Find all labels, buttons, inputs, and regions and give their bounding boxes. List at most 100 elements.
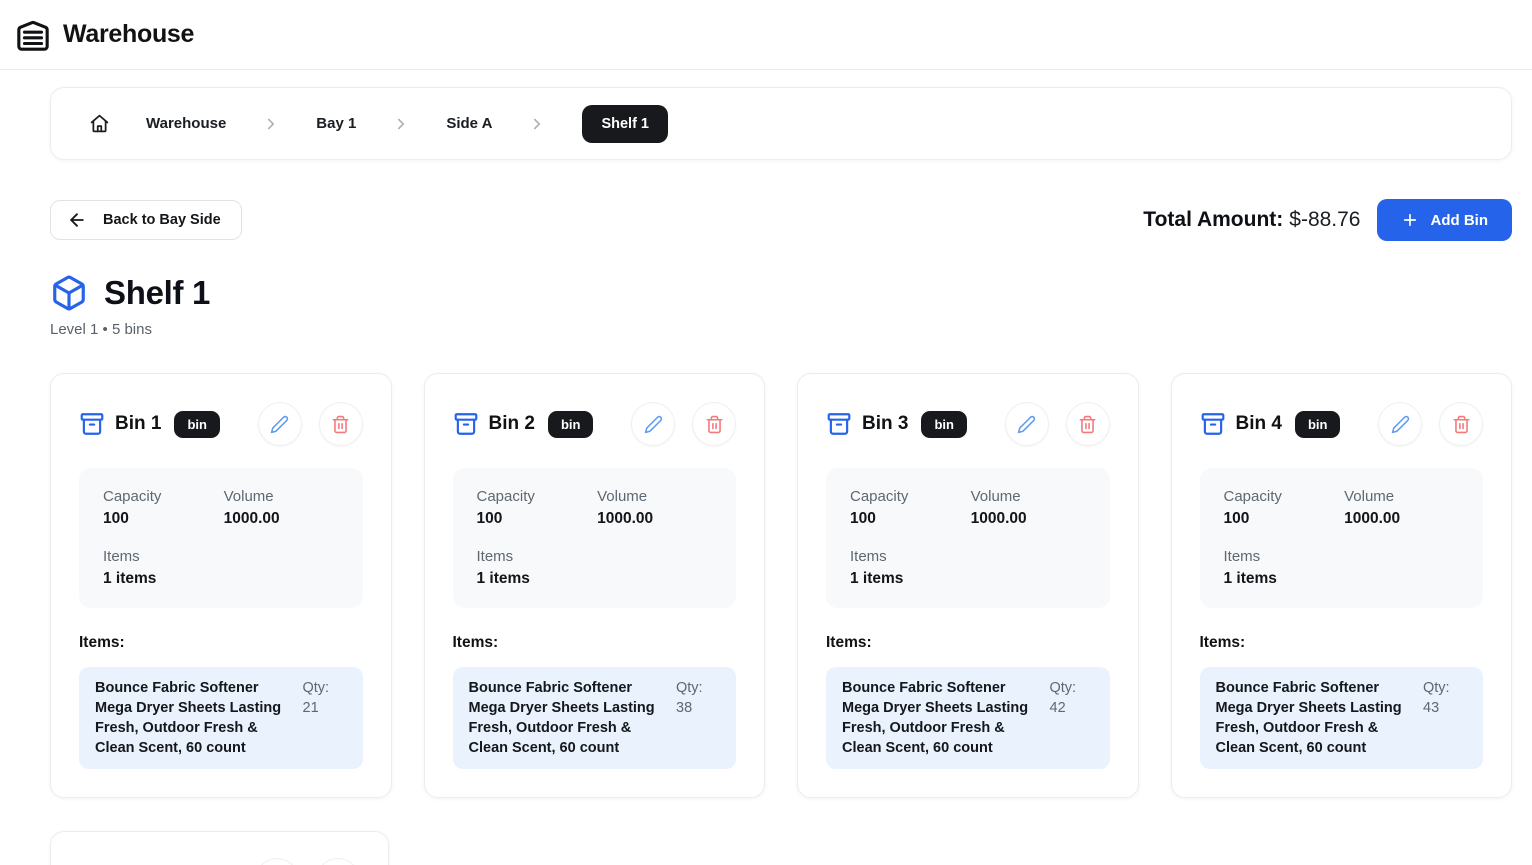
qty-label: Qty:	[1050, 678, 1094, 698]
capacity-label: Capacity	[477, 488, 598, 505]
volume-value: 1000.00	[597, 510, 712, 528]
arrow-left-icon	[67, 210, 87, 230]
bin-actions	[631, 402, 736, 446]
item-qty: Qty:38	[676, 678, 720, 758]
delete-bin-button[interactable]	[692, 402, 736, 446]
volume-label: Volume	[1344, 488, 1459, 505]
items-heading: Items:	[79, 634, 363, 652]
breadcrumb-warehouse[interactable]: Warehouse	[146, 115, 226, 132]
shelf-subtitle: Level 1 • 5 bins	[50, 321, 1512, 338]
back-to-bay-side-button[interactable]: Back to Bay Side	[50, 200, 242, 240]
total-amount-label: Total Amount:	[1143, 208, 1283, 231]
pencil-icon	[270, 415, 289, 434]
volume-value: 1000.00	[1344, 510, 1459, 528]
toolbar-row: Back to Bay Side Total Amount:$-88.76 Ad…	[50, 199, 1512, 241]
stat-items: Items 1 items	[850, 548, 971, 588]
bin-stats: Capacity100 Volume1000.00 Items1 items	[79, 468, 363, 608]
stat-capacity: Capacity 100	[103, 488, 224, 528]
capacity-label: Capacity	[850, 488, 971, 505]
plus-icon	[1401, 211, 1419, 229]
bin-actions	[255, 858, 360, 865]
edit-bin-button[interactable]	[255, 858, 299, 865]
item-qty: Qty:42	[1050, 678, 1094, 758]
app-title: Warehouse	[63, 20, 194, 49]
bin-stats: Capacity100 Volume1000.00 Items1 items	[826, 468, 1110, 608]
breadcrumb-shelf-current: Shelf 1	[582, 105, 668, 143]
bin-type-badge: bin	[921, 411, 967, 438]
items-value: 1 items	[850, 570, 971, 588]
delete-bin-button[interactable]	[316, 858, 360, 865]
bin-card-header	[79, 858, 360, 865]
back-button-label: Back to Bay Side	[103, 212, 221, 228]
stat-items: Items1 items	[1224, 548, 1345, 588]
capacity-label: Capacity	[103, 488, 224, 505]
edit-bin-button[interactable]	[1378, 402, 1422, 446]
pencil-icon	[1017, 415, 1036, 434]
items-value: 1 items	[477, 570, 598, 588]
volume-value: 1000.00	[971, 510, 1086, 528]
trash-icon	[1452, 415, 1471, 434]
main-content: Warehouse Bay 1 Side A Shelf 1 Back to B…	[0, 70, 1532, 865]
toolbar-right: Total Amount:$-88.76 Add Bin	[1143, 199, 1512, 241]
bin-box-icon	[826, 411, 852, 437]
bin-actions	[1378, 402, 1483, 446]
items-heading: Items:	[826, 634, 1110, 652]
item-row: Bounce Fabric Softener Mega Dryer Sheets…	[826, 667, 1110, 769]
capacity-value: 100	[1224, 510, 1345, 528]
bin-card-header: Bin 2 bin	[453, 402, 737, 446]
items-heading: Items:	[453, 634, 737, 652]
breadcrumb: Warehouse Bay 1 Side A Shelf 1	[50, 87, 1512, 160]
edit-bin-button[interactable]	[1005, 402, 1049, 446]
warehouse-logo-icon	[16, 18, 50, 52]
volume-label: Volume	[224, 488, 339, 505]
bins-grid-row-2	[50, 831, 389, 865]
item-row: Bounce Fabric Softener Mega Dryer Sheets…	[79, 667, 363, 769]
delete-bin-button[interactable]	[1439, 402, 1483, 446]
bin-type-badge: bin	[174, 411, 220, 438]
bins-grid: Bin 1 bin Capacity100 Volume1000.00 Item…	[50, 373, 1512, 798]
home-icon[interactable]	[89, 113, 110, 134]
page-title: Shelf 1	[104, 274, 210, 312]
items-value: 1 items	[1224, 570, 1345, 588]
bin-box-icon	[1200, 411, 1226, 437]
items-label: Items	[850, 548, 971, 565]
capacity-value: 100	[477, 510, 598, 528]
bin-card: Bin 3 bin Capacity100 Volume1000.00 Item…	[797, 373, 1139, 798]
capacity-label: Capacity	[1224, 488, 1345, 505]
bin-box-icon	[453, 411, 479, 437]
stat-items: Items 1 items	[477, 548, 598, 588]
total-amount: Total Amount:$-88.76	[1143, 208, 1360, 232]
stat-volume: Volume 1000.00	[1344, 488, 1459, 528]
item-qty: Qty:43	[1423, 678, 1467, 758]
item-name: Bounce Fabric Softener Mega Dryer Sheets…	[842, 678, 1040, 758]
bin-card-partial	[50, 831, 389, 865]
item-name: Bounce Fabric Softener Mega Dryer Sheets…	[95, 678, 293, 758]
item-row: Bounce Fabric Softener Mega Dryer Sheets…	[453, 667, 737, 769]
bin-stats: Capacity 100 Volume 1000.00 Items1 items	[1200, 468, 1484, 608]
qty-value: 42	[1050, 698, 1094, 718]
item-name: Bounce Fabric Softener Mega Dryer Sheets…	[469, 678, 667, 758]
qty-value: 43	[1423, 698, 1467, 718]
bin-card: Bin 4 bin Capacity100 Volume1000.00 Item…	[1171, 373, 1513, 798]
chevron-right-icon	[392, 115, 410, 133]
breadcrumb-bay[interactable]: Bay 1	[316, 115, 356, 132]
delete-bin-button[interactable]	[319, 402, 363, 446]
breadcrumb-side[interactable]: Side A	[446, 115, 492, 132]
edit-bin-button[interactable]	[258, 402, 302, 446]
bin-card: Bin 2 bin Capacity100 Volume1000.00 Item…	[424, 373, 766, 798]
stat-capacity: Capacity100	[850, 488, 971, 528]
chevron-right-icon	[528, 115, 546, 133]
capacity-value: 100	[103, 510, 224, 528]
items-label: Items	[477, 548, 598, 565]
add-bin-label: Add Bin	[1431, 212, 1489, 229]
package-icon	[50, 274, 88, 312]
items-label: Items	[103, 548, 224, 565]
delete-bin-button[interactable]	[1066, 402, 1110, 446]
pencil-icon	[644, 415, 663, 434]
trash-icon	[331, 415, 350, 434]
edit-bin-button[interactable]	[631, 402, 675, 446]
bin-name: Bin 3	[862, 413, 908, 435]
add-bin-button[interactable]: Add Bin	[1377, 199, 1513, 241]
trash-icon	[705, 415, 724, 434]
bin-box-icon	[79, 411, 105, 437]
